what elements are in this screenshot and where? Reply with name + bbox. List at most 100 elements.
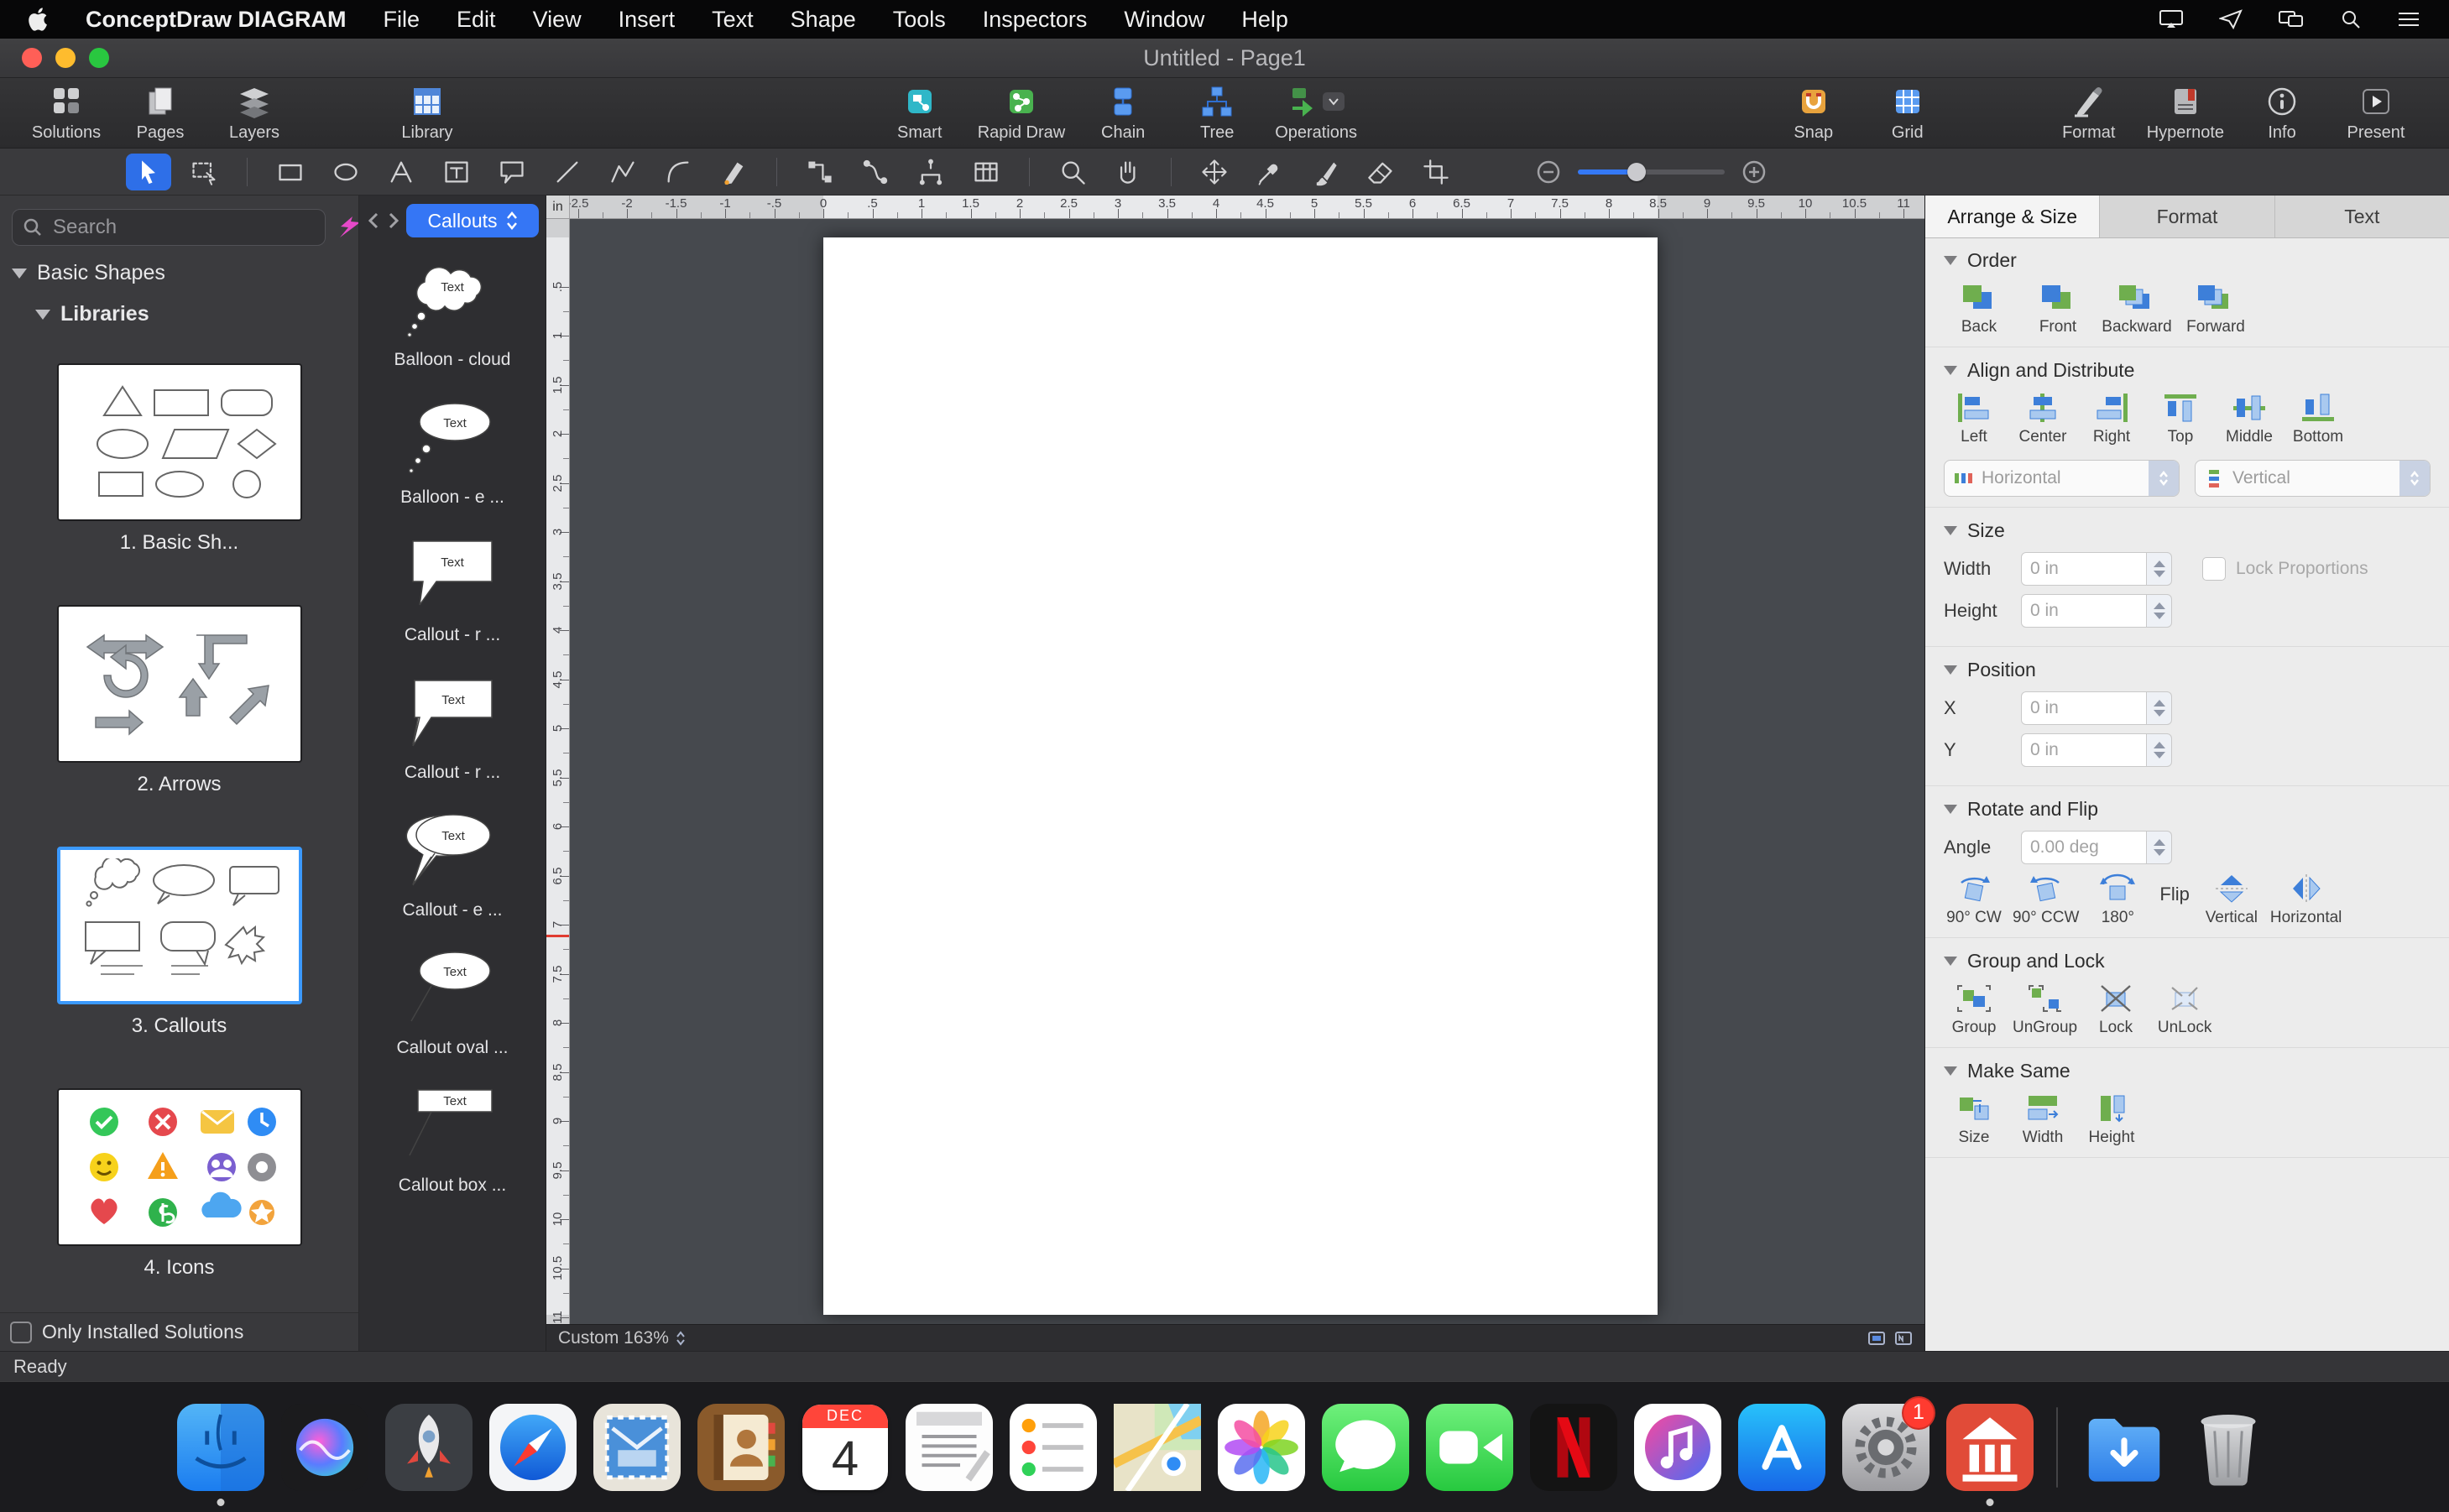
align-top-button[interactable]: Top [2150, 392, 2211, 446]
library-forward-icon[interactable] [386, 211, 401, 230]
arrows-thumbnail[interactable] [57, 605, 302, 763]
dock-conceptdraw-icon[interactable] [1944, 1401, 2036, 1494]
align-left-button[interactable]: Left [1944, 392, 2004, 446]
menu-edit[interactable]: Edit [457, 7, 496, 33]
operations-dropdown-icon[interactable] [1323, 92, 1345, 111]
disclosure-triangle-icon[interactable] [1944, 665, 1957, 675]
dock-reminders-icon[interactable] [1007, 1401, 1099, 1494]
disclosure-triangle-icon[interactable] [35, 310, 50, 320]
rapid-draw-button[interactable]: Rapid Draw [978, 83, 1065, 143]
x-input[interactable] [2021, 691, 2147, 725]
arc-tool[interactable] [655, 154, 701, 190]
make-same-width-button[interactable]: Width [2013, 1092, 2073, 1147]
section-order-header[interactable]: Order [1944, 249, 2431, 272]
menu-app-name[interactable]: ConceptDraw DIAGRAM [86, 7, 347, 33]
height-stepper[interactable] [2147, 594, 2172, 628]
lock-proportions-checkbox[interactable] [2202, 557, 2226, 581]
angle-stepper[interactable] [2147, 831, 2172, 864]
make-same-height-button[interactable]: Height [2081, 1092, 2142, 1147]
unlock-button[interactable]: UnLock [2154, 983, 2215, 1037]
section-rotate-header[interactable]: Rotate and Flip [1944, 798, 2431, 821]
dock-textedit-icon[interactable] [903, 1401, 995, 1494]
menu-inspectors[interactable]: Inspectors [983, 7, 1088, 33]
disclosure-triangle-icon[interactable] [1944, 526, 1957, 535]
shape-item[interactable]: Text Balloon - cloud [394, 256, 511, 370]
select-tool[interactable] [126, 154, 171, 190]
basic-shapes-thumbnail[interactable] [57, 363, 302, 521]
group-button[interactable]: Group [1944, 983, 2004, 1037]
disclosure-triangle-icon[interactable] [12, 269, 27, 279]
marquee-select-tool[interactable] [181, 154, 227, 190]
pages-button[interactable]: Pages [124, 83, 196, 143]
ellipse-tool[interactable] [323, 154, 368, 190]
lock-button[interactable]: Lock [2086, 983, 2146, 1037]
align-right-button[interactable]: Right [2081, 392, 2142, 446]
zoom-button[interactable] [89, 48, 109, 68]
tree-connector-tool[interactable] [908, 154, 953, 190]
x-stepper[interactable] [2147, 691, 2172, 725]
paper-plane-icon[interactable] [2219, 8, 2243, 30]
rectangle-tool[interactable] [268, 154, 313, 190]
only-installed-checkbox[interactable] [10, 1322, 32, 1343]
align-middle-button[interactable]: Middle [2219, 392, 2279, 446]
section-position-header[interactable]: Position [1944, 659, 2431, 681]
info-button[interactable]: Info [2246, 83, 2318, 143]
present-button[interactable]: Present [2340, 83, 2412, 143]
shape-item[interactable]: Text Balloon - e ... [398, 394, 507, 508]
callout-rect-preview[interactable]: Text [398, 531, 507, 618]
angle-input[interactable] [2021, 831, 2147, 864]
dock-contacts-icon[interactable] [695, 1401, 787, 1494]
pen-tool[interactable] [711, 154, 756, 190]
dock-launchpad-icon[interactable] [383, 1401, 475, 1494]
tab-arrange-size[interactable]: Arrange & Size [1925, 196, 2100, 237]
vertical-ruler[interactable]: .511.522.533.544.555.566.577.588.599.510… [546, 219, 570, 1324]
solutions-button[interactable]: Solutions [30, 83, 102, 143]
menu-shape[interactable]: Shape [791, 7, 856, 33]
rotate-90ccw-button[interactable]: 90° CCW [2013, 873, 2079, 927]
y-stepper[interactable] [2147, 733, 2172, 767]
library-item-callouts[interactable]: 3. Callouts [57, 847, 302, 1038]
rotate-90cw-button[interactable]: 90° CW [1944, 873, 2004, 927]
text-block-tool[interactable] [434, 154, 479, 190]
width-input[interactable] [2021, 552, 2147, 586]
crop-tool[interactable] [1413, 154, 1459, 190]
dock-photos-icon[interactable] [1215, 1401, 1308, 1494]
disclosure-triangle-icon[interactable] [1944, 1066, 1957, 1076]
menu-window[interactable]: Window [1124, 7, 1204, 33]
dock-app-store-icon[interactable] [1736, 1401, 1828, 1494]
smart-button[interactable]: Smart [884, 83, 956, 143]
ruler-unit-box[interactable]: in [546, 196, 570, 219]
tree-button[interactable]: Tree [1181, 83, 1253, 143]
order-forward-button[interactable]: Forward [2180, 282, 2251, 336]
line-tool[interactable] [545, 154, 590, 190]
search-input[interactable] [51, 215, 315, 240]
spotlight-search-icon[interactable] [2340, 8, 2362, 30]
distribute-horizontal-dropdown[interactable]: Horizontal [1944, 460, 2180, 497]
zoom-level-dropdown[interactable]: Custom 163% [558, 1328, 686, 1348]
flip-horizontal-button[interactable]: Horizontal [2270, 873, 2342, 927]
library-back-icon[interactable] [366, 211, 381, 230]
fit-page-icon[interactable] [1867, 1331, 1886, 1346]
canvas-viewport[interactable] [570, 219, 1924, 1324]
shape-item[interactable]: Text Callout - r ... [398, 531, 507, 645]
menu-file[interactable]: File [384, 7, 420, 33]
dock-finder-icon[interactable] [175, 1401, 267, 1494]
tab-text[interactable]: Text [2275, 196, 2449, 237]
library-button[interactable]: Library [391, 83, 463, 143]
table-tool[interactable] [963, 154, 1009, 190]
tab-format[interactable]: Format [2100, 196, 2274, 237]
align-bottom-button[interactable]: Bottom [2288, 392, 2348, 446]
actual-size-icon[interactable] [1894, 1331, 1913, 1346]
dock-maps-icon[interactable] [1111, 1401, 1204, 1494]
pan-tool[interactable] [1105, 154, 1151, 190]
zoom-out-icon[interactable] [1536, 159, 1561, 185]
dock-siri-icon[interactable] [279, 1401, 371, 1494]
solutions-store-icon[interactable] [337, 215, 359, 240]
icons-thumbnail[interactable] [57, 1088, 302, 1246]
displays-icon[interactable] [2278, 8, 2305, 30]
eyedropper-tool[interactable] [1247, 154, 1292, 190]
apple-menu-icon[interactable] [29, 8, 49, 31]
dock-downloads-icon[interactable] [2078, 1401, 2170, 1494]
distribute-vertical-dropdown[interactable]: Vertical [2195, 460, 2431, 497]
library-item-basic-shapes[interactable]: 1. Basic Sh... [57, 363, 302, 555]
